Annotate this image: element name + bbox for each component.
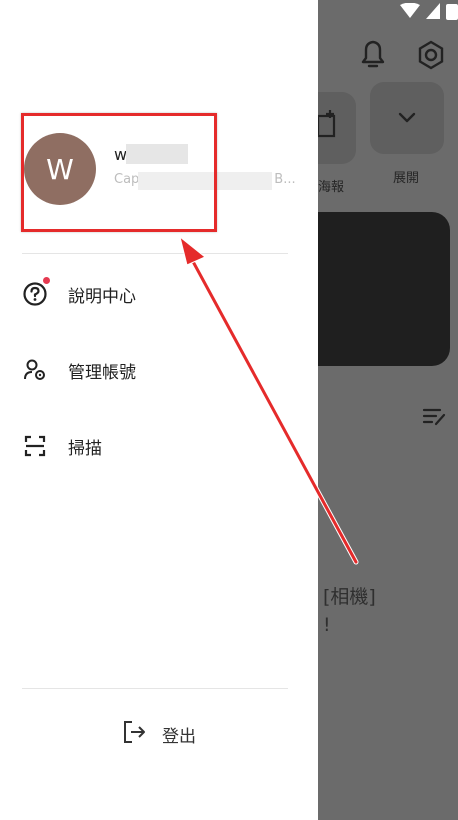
divider-top: [22, 253, 288, 254]
logout-button[interactable]: 登出: [120, 712, 240, 756]
menu-label-manage-account: 管理帳號: [68, 362, 136, 383]
menu-label-help: 說明中心: [68, 286, 136, 307]
camera-text: [相機]: [323, 586, 376, 608]
help-circle-icon: [22, 281, 56, 307]
edit-list-icon[interactable]: [422, 406, 448, 428]
menu-item-help[interactable]: 說明中心: [22, 272, 282, 316]
expand-tile[interactable]: [370, 82, 444, 154]
dark-card: [300, 212, 450, 366]
exclaim-text: !: [323, 614, 331, 636]
poster-label: 海報: [318, 180, 345, 195]
menu-item-manage-account[interactable]: 管理帳號: [22, 348, 282, 392]
menu-item-scan[interactable]: 掃描: [22, 424, 282, 468]
chevron-down-icon: [398, 112, 416, 123]
battery-icon: [446, 4, 458, 20]
user-settings-icon: [22, 357, 56, 383]
navigation-drawer: W wl Cap B... 說明中心 管理帳號 掃描 登出: [0, 0, 318, 820]
notification-dot: [43, 277, 50, 284]
menu-label-scan: 掃描: [68, 438, 102, 459]
highlight-box: [21, 113, 217, 232]
scan-icon: [22, 433, 56, 459]
user-subtitle-end: B...: [274, 172, 296, 187]
wifi-icon: [400, 3, 420, 18]
expand-label: 展開: [393, 171, 420, 186]
divider-bottom: [22, 688, 288, 689]
logout-icon: [120, 718, 148, 750]
logout-label: 登出: [162, 726, 196, 747]
gear-icon[interactable]: [416, 40, 446, 70]
cellular-icon: [426, 3, 440, 19]
status-bar: [400, 2, 458, 20]
bell-icon[interactable]: [358, 38, 388, 70]
